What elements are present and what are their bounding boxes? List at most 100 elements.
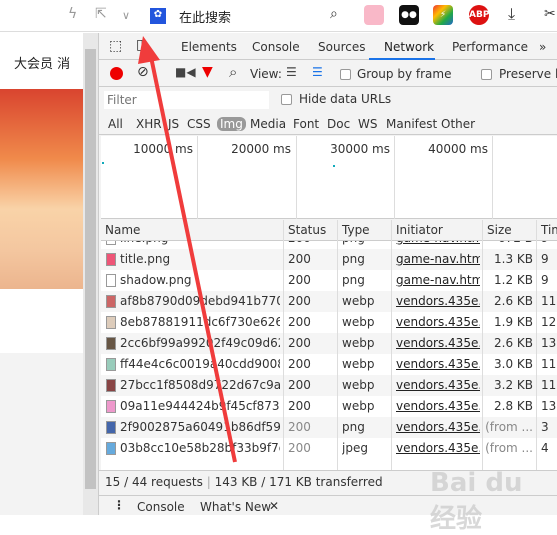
baidu-paw-icon[interactable]: ✿: [150, 8, 166, 24]
request-initiator[interactable]: vendors.435e...: [396, 336, 480, 350]
type-all[interactable]: All: [108, 117, 123, 131]
request-initiator[interactable]: vendors.435e...: [396, 294, 480, 308]
request-initiator[interactable]: game-nav.html: [396, 252, 480, 266]
request-initiator[interactable]: vendors.435e...: [396, 357, 480, 371]
record-icon[interactable]: [110, 67, 123, 80]
request-initiator[interactable]: vendors.435e...: [396, 399, 480, 413]
lightning-icon[interactable]: ϟ: [68, 6, 77, 22]
type-doc[interactable]: Doc: [327, 117, 350, 131]
tab-performance[interactable]: Performance: [452, 40, 528, 54]
filter-input[interactable]: [104, 91, 269, 109]
table-row[interactable]: title.png 200 png game-nav.html 1.3 KB 9: [101, 249, 557, 270]
request-name[interactable]: 2cc6bf99a99202f49c09d62...: [120, 336, 280, 350]
preserve-log-checkbox[interactable]: [481, 69, 492, 80]
type-js[interactable]: JS: [168, 117, 179, 131]
drawer-menu-icon[interactable]: ⋮: [113, 498, 125, 512]
inspect-element-icon[interactable]: ⬚: [109, 38, 122, 54]
request-size: 2.8 KB: [494, 399, 533, 413]
more-tabs-icon[interactable]: »: [539, 40, 546, 54]
table-row[interactable]: ff44e4c6c0019a40cdd9008... 200 webp vend…: [101, 354, 557, 375]
col-time[interactable]: Time: [541, 223, 557, 237]
table-row[interactable]: 2f9002875a60491b86df590... 200 png vendo…: [101, 417, 557, 438]
page-scrollbar[interactable]: [83, 33, 98, 515]
request-name[interactable]: 27bcc1f8508d9722d67c9a6...: [120, 378, 280, 392]
table-row[interactable]: 03b8cc10e58b28bf33b9f7d... 200 jpeg vend…: [101, 438, 557, 459]
col-name[interactable]: Name: [105, 223, 140, 237]
download-icon[interactable]: ⤓: [508, 4, 515, 24]
col-size[interactable]: Size: [487, 223, 512, 237]
device-toolbar-icon[interactable]: ▯: [136, 37, 144, 53]
table-row[interactable]: shadow.png 200 png game-nav.html 1.2 KB …: [101, 270, 557, 291]
type-manifest[interactable]: Manifest: [386, 117, 437, 131]
table-row[interactable]: 8eb87881911dc6f730e626... 200 webp vendo…: [101, 312, 557, 333]
share-icon[interactable]: ⇱: [95, 6, 107, 22]
tab-network[interactable]: Network: [384, 40, 434, 54]
request-initiator[interactable]: vendors.435e...: [396, 420, 480, 434]
type-css[interactable]: CSS: [187, 117, 211, 131]
request-initiator[interactable]: game-nav.html: [396, 273, 480, 287]
file-thumbnail-icon: [106, 400, 116, 413]
resource-type-filters: All XHR JS CSS Img Media Font Doc WS Man…: [99, 113, 557, 135]
network-overview-timeline[interactable]: 10000 ms 20000 ms 30000 ms 40000 ms: [101, 136, 557, 219]
hide-data-urls-label: Hide data URLs: [299, 92, 392, 106]
view-label: View:: [250, 67, 282, 81]
screenshot-camera-icon[interactable]: ■◀: [175, 65, 196, 79]
request-status: 200: [288, 378, 311, 392]
close-icon[interactable]: ✕: [269, 499, 279, 513]
request-time: 11: [541, 294, 557, 308]
request-name[interactable]: shadow.png: [120, 273, 280, 287]
timeline-gridline: [296, 136, 297, 219]
col-type[interactable]: Type: [342, 223, 370, 237]
request-name[interactable]: 03b8cc10e58b28bf33b9f7d...: [120, 441, 280, 455]
filter-icon[interactable]: ▼: [202, 64, 213, 80]
table-row[interactable]: af8b8790d09debd941b770... 200 webp vendo…: [101, 291, 557, 312]
request-name[interactable]: ff44e4c6c0019a40cdd9008...: [120, 357, 280, 371]
clear-icon[interactable]: ⊘: [137, 64, 149, 80]
type-xhr[interactable]: XHR: [136, 117, 162, 131]
request-name[interactable]: title.png: [120, 252, 280, 266]
scissors-icon[interactable]: ✂: [544, 6, 556, 22]
request-type: webp: [342, 294, 375, 308]
search-icon[interactable]: ⌕: [229, 63, 237, 81]
timeline-mark: [333, 165, 335, 167]
search-input[interactable]: 在此搜索: [179, 7, 231, 26]
table-row[interactable]: 09a11e944424b9f45cf8739... 200 webp vend…: [101, 396, 557, 417]
request-initiator[interactable]: vendors.435e...: [396, 441, 480, 455]
extension-icon[interactable]: ⚡: [433, 5, 453, 25]
col-initiator[interactable]: Initiator: [396, 223, 443, 237]
adblock-icon[interactable]: ABP: [469, 5, 489, 25]
request-name[interactable]: 09a11e944424b9f45cf8739...: [120, 399, 280, 413]
tab-sources[interactable]: Sources: [318, 40, 365, 54]
request-name[interactable]: 2f9002875a60491b86df590...: [120, 420, 280, 434]
chevron-down-icon[interactable]: ∨: [122, 9, 130, 22]
type-img[interactable]: Img: [217, 117, 246, 131]
table-row[interactable]: 27bcc1f8508d9722d67c9a6... 200 webp vend…: [101, 375, 557, 396]
search-icon[interactable]: ⌕: [330, 6, 338, 22]
drawer-tab-whats-new[interactable]: What's New: [200, 500, 271, 514]
scrollbar-thumb[interactable]: [85, 49, 96, 489]
request-name[interactable]: af8b8790d09debd941b770...: [120, 294, 280, 308]
tampermonkey-icon[interactable]: ●●: [399, 5, 419, 25]
type-media[interactable]: Media: [250, 117, 286, 131]
request-initiator[interactable]: vendors.435e...: [396, 378, 480, 392]
preserve-log-label: Preserve log: [499, 67, 557, 81]
tab-elements[interactable]: Elements: [181, 40, 237, 54]
tab-console[interactable]: Console: [252, 40, 300, 54]
type-ws[interactable]: WS: [358, 117, 377, 131]
waterfall-icon[interactable]: ☰: [312, 65, 323, 79]
table-row[interactable]: 2cc6bf99a99202f49c09d62... 200 webp vend…: [101, 333, 557, 354]
request-initiator[interactable]: vendors.435e...: [396, 315, 480, 329]
group-by-frame-checkbox[interactable]: [340, 69, 351, 80]
type-font[interactable]: Font: [293, 117, 319, 131]
col-status[interactable]: Status: [288, 223, 326, 237]
request-name[interactable]: 8eb87881911dc6f730e626...: [120, 315, 280, 329]
page-nav-text[interactable]: 大会员 消: [14, 53, 70, 72]
request-status: 200: [288, 420, 311, 434]
type-other[interactable]: Other: [441, 117, 475, 131]
drawer-tab-console[interactable]: Console: [137, 500, 185, 514]
banner-image[interactable]: [0, 89, 83, 289]
large-rows-icon[interactable]: ☰: [286, 65, 297, 79]
request-time: 3: [541, 420, 549, 434]
hide-data-urls-checkbox[interactable]: [281, 94, 292, 105]
bilibili-extension-icon[interactable]: [364, 5, 384, 25]
